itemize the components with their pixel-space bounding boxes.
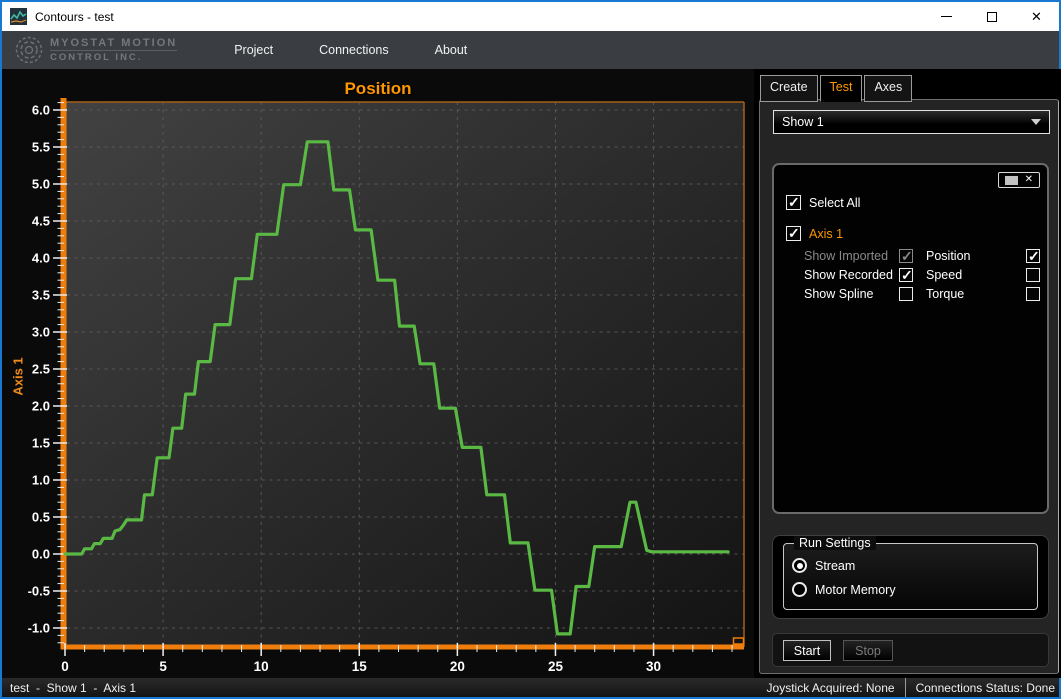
status-separator — [905, 678, 906, 697]
svg-text:1.0: 1.0 — [32, 472, 50, 487]
app-window: Contours - test ✕ MYOSTAT MOTION CONTROL… — [0, 0, 1061, 699]
run-settings-group: Run Settings Stream Motor Memory — [783, 543, 1038, 610]
svg-text:20: 20 — [450, 659, 465, 674]
axis-visibility-panel: ✕ Select All Axis 1 Show Imported Positi… — [772, 163, 1049, 514]
status-joystick: Joystick Acquired: None — [767, 681, 895, 695]
svg-text:2.0: 2.0 — [32, 398, 50, 413]
y-axis-label: Axis 1 — [11, 347, 26, 407]
gear-icon — [14, 35, 44, 65]
svg-text:3.5: 3.5 — [32, 287, 50, 302]
stream-label: Stream — [815, 559, 855, 573]
panel-window-controls: ✕ — [998, 172, 1040, 188]
menu-about[interactable]: About — [433, 39, 470, 61]
svg-text:0.0: 0.0 — [32, 546, 50, 561]
side-panel: Create Test Axes Show 1 ✕ Select All Axi… — [755, 69, 1061, 678]
maximize-button[interactable] — [969, 2, 1014, 31]
torque-checkbox[interactable] — [1026, 287, 1040, 301]
show-selector[interactable]: Show 1 — [773, 110, 1050, 134]
torque-label: Torque — [926, 287, 964, 301]
logo-line2: CONTROL INC. — [50, 50, 177, 63]
run-settings-container: Run Settings Stream Motor Memory — [772, 535, 1049, 619]
axis1-label: Axis 1 — [809, 227, 843, 241]
company-logo: MYOSTAT MOTION CONTROL INC. — [14, 35, 177, 65]
tab-create[interactable]: Create — [760, 75, 818, 102]
tab-strip: Create Test Axes — [760, 75, 912, 102]
menu-connections[interactable]: Connections — [317, 39, 391, 61]
position-checkbox[interactable] — [1026, 249, 1040, 263]
speed-label: Speed — [926, 268, 962, 282]
svg-text:10: 10 — [254, 659, 269, 674]
panel-close-icon[interactable]: ✕ — [1025, 175, 1033, 185]
chevron-down-icon — [1031, 119, 1041, 125]
tab-test[interactable]: Test — [820, 75, 863, 102]
show-recorded-checkbox[interactable] — [899, 268, 913, 282]
stream-radio[interactable] — [792, 558, 807, 573]
motor-memory-label: Motor Memory — [815, 583, 896, 597]
window-title: Contours - test — [35, 10, 114, 24]
status-context: test - Show 1 - Axis 1 — [10, 681, 136, 695]
status-bar: test - Show 1 - Axis 1 Joystick Acquired… — [2, 678, 1059, 697]
svg-text:-0.5: -0.5 — [28, 583, 50, 598]
position-label: Position — [926, 249, 970, 263]
tab-axes[interactable]: Axes — [864, 75, 912, 102]
start-button[interactable]: Start — [783, 640, 831, 661]
show-imported-checkbox — [899, 249, 913, 263]
panel-restore-icon[interactable] — [1005, 176, 1018, 185]
close-button[interactable]: ✕ — [1014, 2, 1059, 31]
svg-text:-1.0: -1.0 — [28, 620, 50, 635]
stop-button: Stop — [843, 640, 893, 661]
svg-text:4.0: 4.0 — [32, 250, 50, 265]
svg-text:5.0: 5.0 — [32, 176, 50, 191]
show-spline-checkbox[interactable] — [899, 287, 913, 301]
status-connection: Connections Status: Done — [916, 681, 1055, 695]
svg-text:5.5: 5.5 — [32, 139, 50, 154]
svg-text:0: 0 — [61, 659, 69, 674]
svg-text:6.0: 6.0 — [32, 102, 50, 117]
show-spline-label: Show Spline — [804, 287, 874, 301]
menu-project[interactable]: Project — [232, 39, 275, 61]
motor-memory-radio[interactable] — [792, 582, 807, 597]
speed-checkbox[interactable] — [1026, 268, 1040, 282]
svg-text:1.5: 1.5 — [32, 435, 50, 450]
minimize-button[interactable] — [924, 2, 969, 31]
select-all-checkbox[interactable] — [786, 195, 801, 210]
maximize-icon — [987, 12, 997, 22]
show-recorded-label: Show Recorded — [804, 268, 893, 282]
svg-text:4.5: 4.5 — [32, 213, 50, 228]
svg-text:15: 15 — [352, 659, 368, 674]
axis1-checkbox[interactable] — [786, 226, 801, 241]
show-selector-value: Show 1 — [782, 115, 1031, 129]
svg-text:2.5: 2.5 — [32, 361, 50, 376]
svg-text:0.5: 0.5 — [32, 509, 50, 524]
select-all-label: Select All — [809, 196, 860, 210]
menu-bar: MYOSTAT MOTION CONTROL INC. Project Conn… — [2, 31, 1059, 69]
logo-line1: MYOSTAT MOTION — [50, 37, 177, 49]
title-bar: Contours - test ✕ — [2, 2, 1059, 31]
position-chart: -1.0 -0.5 0.0 0.5 1.0 1.5 2.0 2.5 3.0 3.5 4.0 4.5 5.… — [2, 69, 754, 678]
run-settings-title: Run Settings — [794, 536, 876, 550]
svg-text:30: 30 — [646, 659, 661, 674]
svg-text:3.0: 3.0 — [32, 324, 50, 339]
svg-text:5: 5 — [159, 659, 167, 674]
app-icon — [10, 8, 27, 25]
close-icon: ✕ — [1031, 10, 1042, 23]
run-button-bar: Start Stop — [772, 633, 1049, 667]
minimize-icon — [941, 16, 952, 17]
chart-region: Position -1.0-0.50.00.51.01.52.02.53.03.… — [2, 69, 754, 678]
show-imported-label: Show Imported — [804, 249, 888, 263]
svg-text:25: 25 — [548, 659, 564, 674]
